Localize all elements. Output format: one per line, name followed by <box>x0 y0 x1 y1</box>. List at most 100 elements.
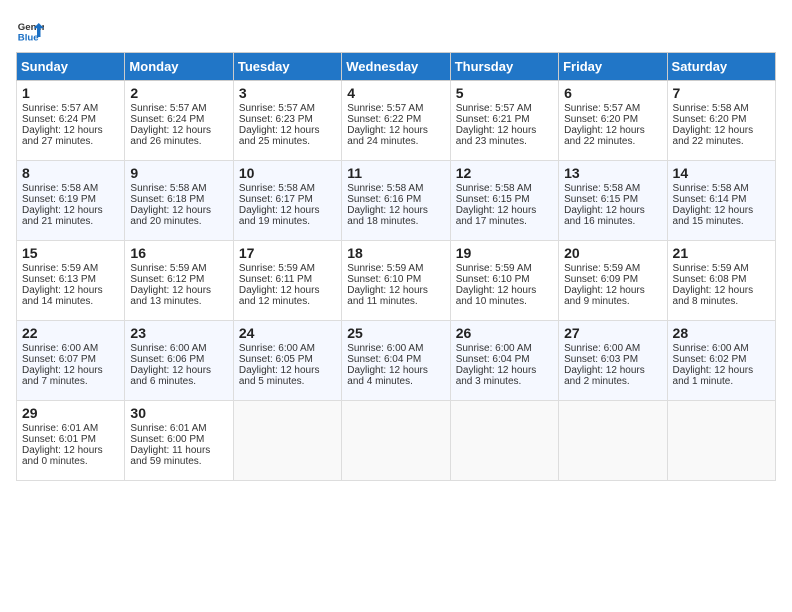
calendar-cell: 8Sunrise: 5:58 AMSunset: 6:19 PMDaylight… <box>17 161 125 241</box>
sunset: Sunset: 6:03 PM <box>564 354 638 365</box>
day-number: 2 <box>130 85 227 101</box>
sunrise: Sunrise: 5:58 AM <box>22 183 98 194</box>
daylight: Daylight: 12 hours and 17 minutes. <box>456 205 537 227</box>
calendar-cell <box>342 401 450 481</box>
col-header-saturday: Saturday <box>667 53 775 81</box>
sunset: Sunset: 6:22 PM <box>347 114 421 125</box>
sunrise: Sunrise: 5:57 AM <box>456 103 532 114</box>
day-number: 14 <box>673 165 770 181</box>
calendar-cell: 10Sunrise: 5:58 AMSunset: 6:17 PMDayligh… <box>233 161 341 241</box>
sunrise: Sunrise: 5:58 AM <box>239 183 315 194</box>
daylight: Daylight: 12 hours and 11 minutes. <box>347 285 428 307</box>
day-number: 27 <box>564 325 661 341</box>
day-number: 9 <box>130 165 227 181</box>
daylight: Daylight: 12 hours and 14 minutes. <box>22 285 103 307</box>
day-number: 5 <box>456 85 553 101</box>
sunrise: Sunrise: 5:59 AM <box>239 263 315 274</box>
daylight: Daylight: 11 hours and 59 minutes. <box>130 445 210 467</box>
sunrise: Sunrise: 6:00 AM <box>130 343 206 354</box>
sunset: Sunset: 6:14 PM <box>673 194 747 205</box>
day-number: 1 <box>22 85 119 101</box>
day-number: 7 <box>673 85 770 101</box>
sunrise: Sunrise: 5:58 AM <box>564 183 640 194</box>
sunset: Sunset: 6:10 PM <box>347 274 421 285</box>
calendar-cell: 27Sunrise: 6:00 AMSunset: 6:03 PMDayligh… <box>559 321 667 401</box>
daylight: Daylight: 12 hours and 27 minutes. <box>22 125 103 147</box>
sunset: Sunset: 6:09 PM <box>564 274 638 285</box>
calendar-cell: 15Sunrise: 5:59 AMSunset: 6:13 PMDayligh… <box>17 241 125 321</box>
sunrise: Sunrise: 5:58 AM <box>673 183 749 194</box>
sunset: Sunset: 6:04 PM <box>456 354 530 365</box>
daylight: Daylight: 12 hours and 4 minutes. <box>347 365 428 387</box>
day-number: 28 <box>673 325 770 341</box>
sunset: Sunset: 6:15 PM <box>456 194 530 205</box>
daylight: Daylight: 12 hours and 20 minutes. <box>130 205 211 227</box>
sunrise: Sunrise: 5:58 AM <box>456 183 532 194</box>
col-header-monday: Monday <box>125 53 233 81</box>
day-number: 6 <box>564 85 661 101</box>
daylight: Daylight: 12 hours and 5 minutes. <box>239 365 320 387</box>
calendar-cell: 17Sunrise: 5:59 AMSunset: 6:11 PMDayligh… <box>233 241 341 321</box>
calendar-cell: 3Sunrise: 5:57 AMSunset: 6:23 PMDaylight… <box>233 81 341 161</box>
daylight: Daylight: 12 hours and 15 minutes. <box>673 205 754 227</box>
daylight: Daylight: 12 hours and 25 minutes. <box>239 125 320 147</box>
daylight: Daylight: 12 hours and 26 minutes. <box>130 125 211 147</box>
daylight: Daylight: 12 hours and 2 minutes. <box>564 365 645 387</box>
calendar-cell: 24Sunrise: 6:00 AMSunset: 6:05 PMDayligh… <box>233 321 341 401</box>
svg-text:Blue: Blue <box>18 33 39 44</box>
day-number: 29 <box>22 405 119 421</box>
calendar-cell: 13Sunrise: 5:58 AMSunset: 6:15 PMDayligh… <box>559 161 667 241</box>
sunset: Sunset: 6:11 PM <box>239 274 312 285</box>
sunset: Sunset: 6:24 PM <box>130 114 204 125</box>
calendar-cell: 14 Sunrise: 5:58 AMSunset: 6:14 PMDayligh… <box>667 161 775 241</box>
daylight: Daylight: 12 hours and 9 minutes. <box>564 285 645 307</box>
sunset: Sunset: 6:20 PM <box>673 114 747 125</box>
calendar-cell: 21Sunrise: 5:59 AMSunset: 6:08 PMDayligh… <box>667 241 775 321</box>
sunrise: Sunrise: 6:00 AM <box>347 343 423 354</box>
day-number: 12 <box>456 165 553 181</box>
daylight: Daylight: 12 hours and 3 minutes. <box>456 365 537 387</box>
sunrise: Sunrise: 5:58 AM <box>347 183 423 194</box>
sunset: Sunset: 6:10 PM <box>456 274 530 285</box>
calendar-cell: 28Sunrise: 6:00 AMSunset: 6:02 PMDayligh… <box>667 321 775 401</box>
col-header-tuesday: Tuesday <box>233 53 341 81</box>
sunset: Sunset: 6:15 PM <box>564 194 638 205</box>
calendar-header-row: SundayMondayTuesdayWednesdayThursdayFrid… <box>17 53 776 81</box>
sunrise: Sunrise: 5:59 AM <box>456 263 532 274</box>
calendar-cell: 26Sunrise: 6:00 AMSunset: 6:04 PMDayligh… <box>450 321 558 401</box>
daylight: Daylight: 12 hours and 22 minutes. <box>564 125 645 147</box>
calendar-cell: 12 Sunrise: 5:58 AMSunset: 6:15 PMDayligh… <box>450 161 558 241</box>
col-header-friday: Friday <box>559 53 667 81</box>
calendar-cell <box>667 401 775 481</box>
calendar-cell: 29Sunrise: 6:01 AMSunset: 6:01 PMDayligh… <box>17 401 125 481</box>
calendar-week-2: 8Sunrise: 5:58 AMSunset: 6:19 PMDaylight… <box>17 161 776 241</box>
sunset: Sunset: 6:02 PM <box>673 354 747 365</box>
calendar-week-1: 1Sunrise: 5:57 AMSunset: 6:24 PMDaylight… <box>17 81 776 161</box>
sunset: Sunset: 6:21 PM <box>456 114 530 125</box>
calendar-cell: 20Sunrise: 5:59 AMSunset: 6:09 PMDayligh… <box>559 241 667 321</box>
day-number: 21 <box>673 245 770 261</box>
sunset: Sunset: 6:04 PM <box>347 354 421 365</box>
daylight: Daylight: 12 hours and 22 minutes. <box>673 125 754 147</box>
day-number: 19 <box>456 245 553 261</box>
day-number: 18 <box>347 245 444 261</box>
calendar-cell: 2Sunrise: 5:57 AMSunset: 6:24 PMDaylight… <box>125 81 233 161</box>
sunrise: Sunrise: 6:00 AM <box>239 343 315 354</box>
daylight: Daylight: 12 hours and 13 minutes. <box>130 285 211 307</box>
calendar-cell: 6Sunrise: 5:57 AMSunset: 6:20 PMDaylight… <box>559 81 667 161</box>
daylight: Daylight: 12 hours and 16 minutes. <box>564 205 645 227</box>
sunrise: Sunrise: 5:58 AM <box>673 103 749 114</box>
daylight: Daylight: 12 hours and 8 minutes. <box>673 285 754 307</box>
day-number: 30 <box>130 405 227 421</box>
sunset: Sunset: 6:18 PM <box>130 194 204 205</box>
sunset: Sunset: 6:07 PM <box>22 354 96 365</box>
daylight: Daylight: 12 hours and 18 minutes. <box>347 205 428 227</box>
sunrise: Sunrise: 5:57 AM <box>22 103 98 114</box>
day-number: 3 <box>239 85 336 101</box>
day-number: 26 <box>456 325 553 341</box>
sunset: Sunset: 6:17 PM <box>239 194 313 205</box>
day-number: 20 <box>564 245 661 261</box>
sunset: Sunset: 6:12 PM <box>130 274 204 285</box>
sunset: Sunset: 6:05 PM <box>239 354 313 365</box>
col-header-thursday: Thursday <box>450 53 558 81</box>
